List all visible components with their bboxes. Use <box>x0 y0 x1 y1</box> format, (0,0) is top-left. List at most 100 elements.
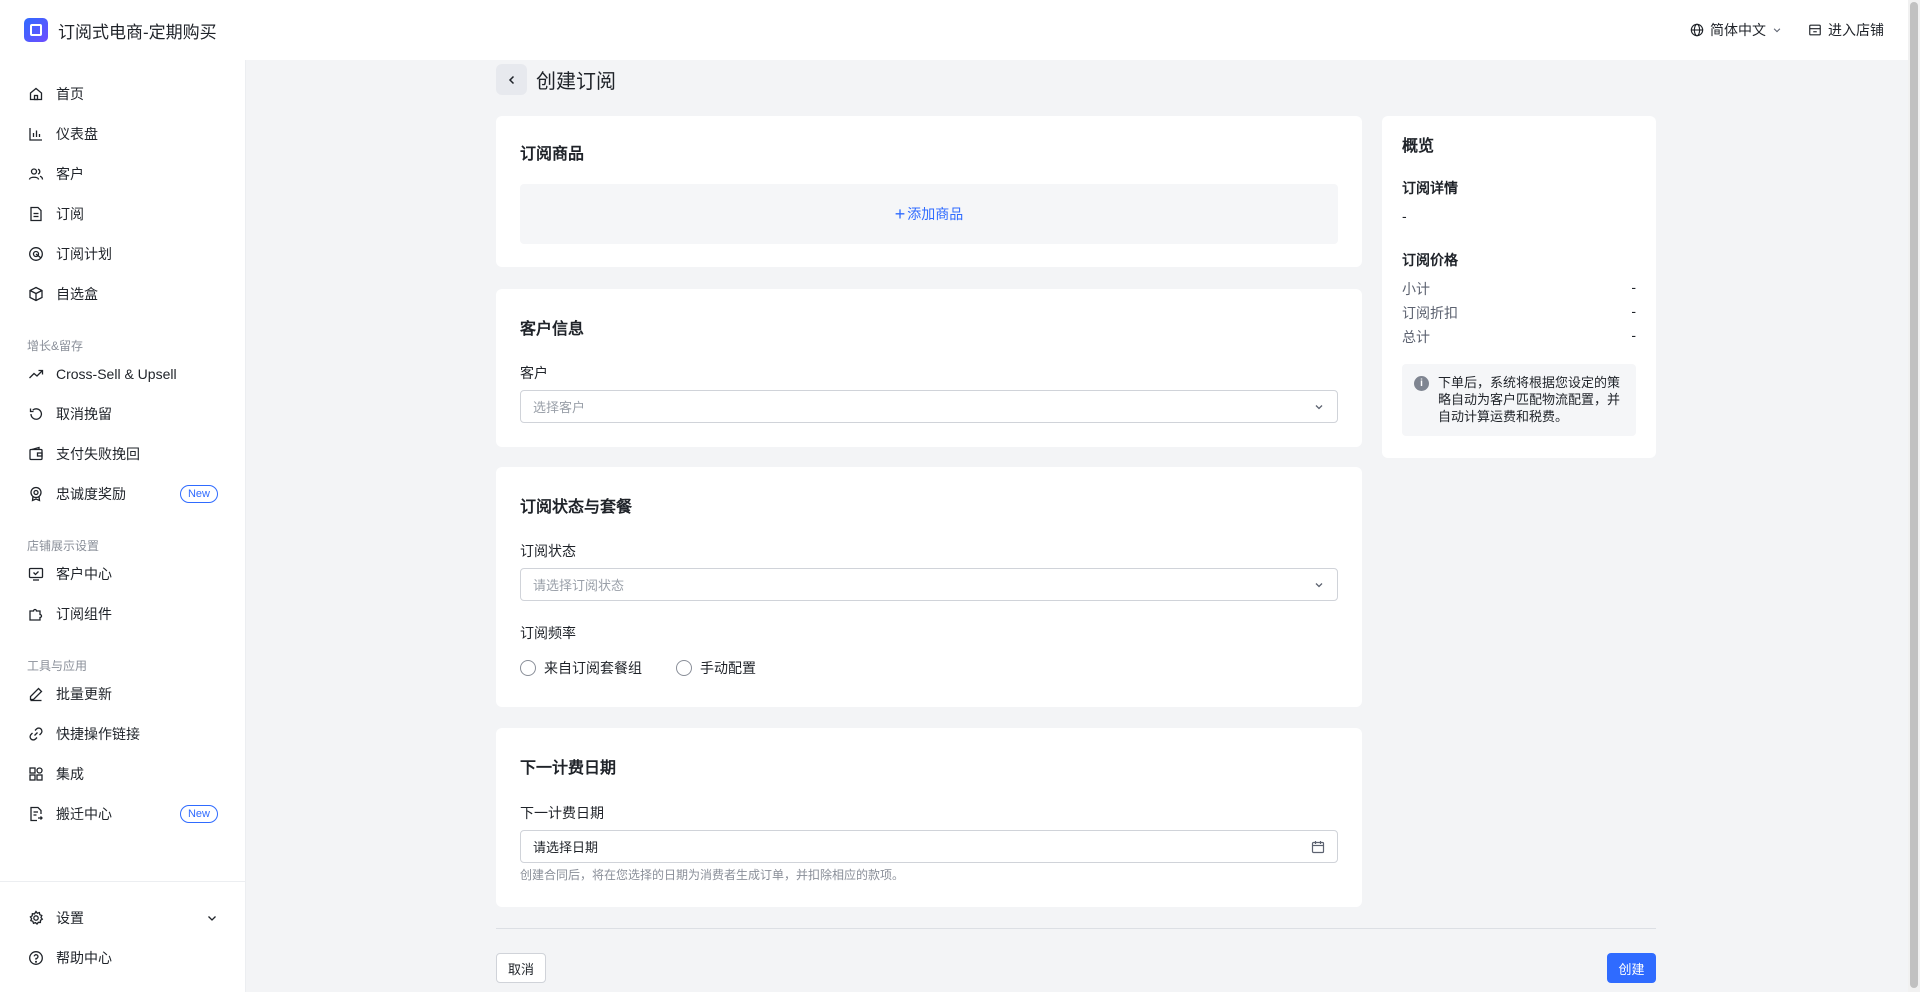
scrollbar-thumb[interactable] <box>1910 2 1918 988</box>
billing-title: 下一计费日期 <box>520 760 617 777</box>
back-button[interactable] <box>496 64 527 95</box>
undo-icon <box>28 406 44 422</box>
status-placeholder: 请选择订阅状态 <box>533 578 625 593</box>
new-badge: New <box>179 805 218 823</box>
sidebar-item-quick-links[interactable]: 快捷操作链接 <box>12 718 234 750</box>
sidebar-item-label: 集成 <box>56 766 84 782</box>
status-label: 订阅状态 <box>520 543 576 559</box>
chevron-down-icon <box>1773 28 1781 33</box>
overview-details-label: 订阅详情 <box>1402 180 1458 196</box>
frequency-label: 订阅频率 <box>520 625 576 641</box>
overview-row-total: 总计 - <box>1402 327 1636 347</box>
add-product-button[interactable]: + 添加商品 <box>520 184 1338 244</box>
sidebar-item-settings[interactable]: 设置 <box>12 902 234 934</box>
enter-store-link[interactable]: 进入店铺 <box>1808 20 1884 40</box>
chevron-down-icon <box>1315 404 1323 409</box>
puzzle-icon <box>28 606 44 622</box>
sidebar: 首页 仪表盘 客户 订阅 订阅计划 自选盒 增长&留存 Cross-Sell &… <box>0 60 246 992</box>
sidebar-item-box[interactable]: 自选盒 <box>12 278 234 310</box>
billing-date-label: 下一计费日期 <box>520 805 604 821</box>
sidebar-item-label: 首页 <box>56 86 84 102</box>
calendar-icon <box>1311 840 1325 853</box>
sidebar-item-label: 订阅组件 <box>56 606 112 622</box>
sidebar-item-label: 客户 <box>56 166 84 182</box>
app-title: 订阅式电商-定期购买 <box>58 22 217 42</box>
sidebar-item-label: 仪表盘 <box>56 126 98 142</box>
chevron-down-icon <box>208 916 216 921</box>
sidebar-item-bulk-update[interactable]: 批量更新 <box>12 678 234 710</box>
page-scrollbar[interactable] <box>1908 0 1920 992</box>
customer-select[interactable]: 选择客户 <box>520 390 1338 423</box>
sidebar-item-loyalty[interactable]: 忠诚度奖励 New <box>12 478 234 510</box>
gear-icon <box>28 910 44 926</box>
sidebar-item-label: 订阅计划 <box>56 246 112 262</box>
sidebar-item-customers[interactable]: 客户 <box>12 158 234 190</box>
sidebar-item-plans[interactable]: 订阅计划 <box>12 238 234 270</box>
sidebar-item-widgets[interactable]: 订阅组件 <box>12 598 234 630</box>
row-label: 订阅折扣 <box>1402 305 1458 321</box>
cancel-button[interactable]: 取消 <box>496 953 546 983</box>
row-value: - <box>1631 303 1636 319</box>
sidebar-item-migration[interactable]: 搬迁中心 New <box>12 798 234 830</box>
sidebar-item-dashboard[interactable]: 仪表盘 <box>12 118 234 150</box>
plus-icon: + <box>894 204 906 224</box>
nav-group-title: 工具与应用 <box>27 659 88 673</box>
sidebar-item-subscriptions[interactable]: 订阅 <box>12 198 234 230</box>
customer-card: 客户信息 客户 选择客户 <box>496 289 1362 447</box>
sidebar-item-label: 忠诚度奖励 <box>56 486 126 502</box>
globe-icon <box>1690 23 1704 37</box>
sidebar-item-help[interactable]: 帮助中心 <box>12 942 234 974</box>
products-card: 订阅商品 + 添加商品 <box>496 116 1362 267</box>
footer-divider <box>496 928 1656 929</box>
row-value: - <box>1631 327 1636 343</box>
billing-date-placeholder: 请选择日期 <box>533 840 599 855</box>
home-icon <box>28 86 44 102</box>
overview-card: 概览 订阅详情 - 订阅价格 小计 - 订阅折扣 - 总计 - i 下单后，系统… <box>1382 116 1656 458</box>
sidebar-item-label: 订阅 <box>56 206 84 222</box>
users-icon <box>28 166 44 182</box>
new-badge: New <box>179 485 218 503</box>
row-label: 小计 <box>1402 281 1430 297</box>
overview-price-label: 订阅价格 <box>1402 252 1458 268</box>
customer-placeholder: 选择客户 <box>533 400 586 415</box>
sidebar-item-label: 批量更新 <box>56 686 112 702</box>
sidebar-item-customer-center[interactable]: 客户中心 <box>12 558 234 590</box>
chevron-down-icon <box>1315 582 1323 587</box>
frequency-radio-group: 来自订阅套餐组 手动配置 <box>520 658 756 678</box>
sidebar-item-home[interactable]: 首页 <box>12 78 234 110</box>
create-button[interactable]: 创建 <box>1607 953 1656 983</box>
store-icon <box>1809 24 1821 36</box>
migrate-icon <box>28 806 44 822</box>
sidebar-item-label: 快捷操作链接 <box>56 726 140 742</box>
overview-details-value: - <box>1402 208 1407 224</box>
status-select[interactable]: 请选择订阅状态 <box>520 568 1338 601</box>
nav-group-title: 增长&留存 <box>27 339 84 353</box>
row-value: - <box>1631 279 1636 295</box>
language-label: 简体中文 <box>1710 22 1766 38</box>
sidebar-item-integrations[interactable]: 集成 <box>12 758 234 790</box>
radio-manual-config[interactable]: 手动配置 <box>676 658 756 678</box>
wallet-icon <box>28 446 44 462</box>
sidebar-item-label: 自选盒 <box>56 286 98 302</box>
billing-date-input[interactable]: 请选择日期 <box>520 830 1338 863</box>
page-header: 创建订阅 <box>496 64 616 95</box>
radio-circle[interactable] <box>676 660 692 676</box>
add-product-label: 添加商品 <box>907 206 964 222</box>
screen-icon <box>28 566 44 582</box>
document-icon <box>28 206 44 222</box>
sidebar-item-label: 支付失败挽回 <box>56 446 140 462</box>
overview-note: i 下单后，系统将根据您设定的策略自动为客户匹配物流配置，并自动计算运费和税费。 <box>1402 364 1636 436</box>
trend-up-icon <box>28 366 44 382</box>
page-title: 创建订阅 <box>536 71 616 93</box>
box-icon <box>28 286 44 302</box>
overview-row-discount: 订阅折扣 - <box>1402 303 1636 323</box>
status-title: 订阅状态与套餐 <box>520 499 633 516</box>
radio-circle[interactable] <box>520 660 536 676</box>
sidebar-item-cross-sell[interactable]: Cross-Sell & Upsell <box>12 358 234 390</box>
sidebar-item-cancel-retention[interactable]: 取消挽留 <box>12 398 234 430</box>
sidebar-item-payment-recovery[interactable]: 支付失败挽回 <box>12 438 234 470</box>
radio-from-plan-group[interactable]: 来自订阅套餐组 <box>520 658 642 678</box>
language-switcher[interactable]: 简体中文 <box>1690 20 1782 40</box>
link-icon <box>28 726 44 742</box>
pen-icon <box>28 686 44 702</box>
